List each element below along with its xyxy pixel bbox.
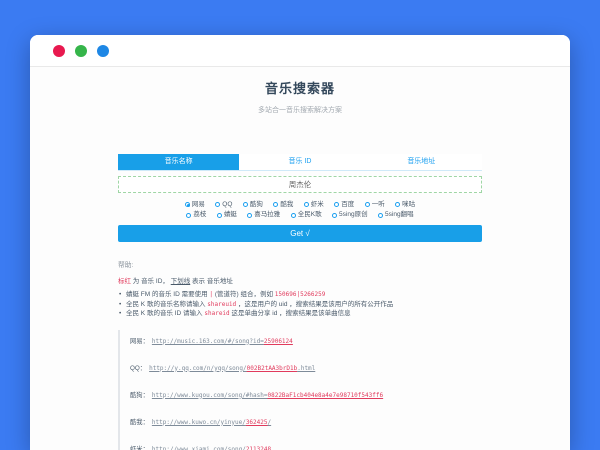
example-netease: 网易：http://music.163.com/#/song?id=259061… — [130, 330, 482, 348]
example-kuwo: 酷我：http://www.kuwo.cn/yinyue/362425/ — [130, 411, 482, 429]
example-xiami: 虾米：http://www.xiami.com/song/2113248 — [130, 438, 482, 450]
legend-red: 标红 — [118, 278, 131, 285]
legend-underline: 下划线 — [171, 278, 191, 285]
get-button[interactable]: Get √ — [118, 225, 482, 242]
tab-music-name[interactable]: 音乐名称 — [118, 154, 239, 170]
radio-icon — [291, 213, 296, 218]
source-row-1: 网易 QQ 酷狗 酷我 虾米 百度 一听 咪咕 — [118, 199, 482, 209]
help-bullets: 蜻蜓 FM 的音乐 ID 需要使用 | (管道符) 组合，例如 150696|5… — [118, 290, 482, 319]
help-bullet-3: 全民 K 歌的音乐 ID 请输入 shareid 这是单曲分享 id ，搜索结果… — [118, 309, 482, 319]
source-radio-qingting[interactable]: 蜻蜓 — [217, 211, 237, 219]
source-radio-netease[interactable]: 网易 — [185, 201, 205, 209]
source-radio-kge[interactable]: 全民K歌 — [291, 211, 322, 219]
help-bullet-1: 蜻蜓 FM 的音乐 ID 需要使用 | (管道符) 组合，例如 150696|5… — [118, 290, 482, 300]
source-radio-5sing-fc[interactable]: 5sing翻唱 — [378, 211, 414, 219]
source-radio-kugou[interactable]: 酷狗 — [243, 201, 263, 209]
example-qq: QQ：http://y.qq.com/n/yqq/song/002B2tAA3b… — [130, 357, 482, 375]
radio-icon — [365, 202, 370, 207]
radio-icon — [304, 202, 309, 207]
radio-icon — [273, 202, 278, 207]
radio-icon — [395, 202, 400, 207]
minimize-window-icon[interactable] — [75, 45, 87, 57]
radio-icon — [217, 213, 222, 218]
radio-icon — [215, 202, 220, 207]
radio-icon — [378, 213, 383, 218]
search-mode-tabs: 音乐名称 音乐 ID 音乐地址 — [118, 154, 482, 171]
example-url[interactable]: http://www.kugou.com/song/#hash=0822BaF1… — [152, 392, 383, 399]
window-titlebar — [30, 35, 570, 67]
tab-music-id[interactable]: 音乐 ID — [239, 154, 360, 170]
example-url[interactable]: http://www.kuwo.cn/yinyue/362425/ — [152, 419, 271, 426]
source-options: 网易 QQ 酷狗 酷我 虾米 百度 一听 咪咕 荔枝 蜻蜓 喜马拉雅 全民K歌 … — [118, 199, 482, 219]
example-kugou: 酷狗：http://www.kugou.com/song/#hash=0822B… — [130, 384, 482, 402]
page-title: 音乐搜索器 — [118, 78, 482, 97]
radio-icon — [185, 202, 190, 207]
example-url[interactable]: http://y.qq.com/n/yqq/song/002B2tAA3brD1… — [149, 365, 315, 372]
radio-icon — [334, 202, 339, 207]
radio-icon — [332, 213, 337, 218]
radio-icon — [243, 202, 248, 207]
help-bullet-2: 全民 K 歌的音乐名称请输入 shareuid ，这是用户的 uid ，搜索结果… — [118, 300, 482, 310]
keyword-input[interactable] — [118, 176, 482, 193]
source-radio-5sing-yc[interactable]: 5sing原创 — [332, 211, 368, 219]
source-radio-xiami[interactable]: 虾米 — [304, 201, 324, 209]
source-radio-baidu[interactable]: 百度 — [334, 201, 354, 209]
example-url[interactable]: http://music.163.com/#/song?id=25906124 — [152, 338, 293, 345]
radio-icon — [247, 213, 252, 218]
page-subtitle: 多站合一音乐搜索解决方案 — [118, 105, 482, 115]
close-window-icon[interactable] — [53, 45, 65, 57]
page-content: 音乐搜索器 多站合一音乐搜索解决方案 音乐名称 音乐 ID 音乐地址 网易 QQ… — [30, 67, 570, 450]
tab-music-url[interactable]: 音乐地址 — [361, 154, 482, 170]
browser-window: 音乐搜索器 多站合一音乐搜索解决方案 音乐名称 音乐 ID 音乐地址 网易 QQ… — [30, 35, 570, 450]
source-row-2: 荔枝 蜻蜓 喜马拉雅 全民K歌 5sing原创 5sing翻唱 — [118, 210, 482, 220]
example-url[interactable]: http://www.xiami.com/song/2113248 — [152, 446, 271, 450]
maximize-window-icon[interactable] — [97, 45, 109, 57]
help-legend: 标红 为 音乐 ID， 下划线 表示 音乐地址 — [118, 275, 482, 285]
source-radio-lizhi[interactable]: 荔枝 — [186, 211, 206, 219]
source-radio-ximalaya[interactable]: 喜马拉雅 — [247, 211, 280, 219]
source-radio-qq[interactable]: QQ — [215, 201, 232, 209]
source-radio-migu[interactable]: 咪咕 — [395, 201, 415, 209]
example-links-block: 网易：http://music.163.com/#/song?id=259061… — [118, 330, 482, 450]
help-heading: 帮助: — [118, 259, 482, 269]
radio-icon — [186, 213, 191, 218]
desktop-background: { "colors": { "page_background": "#3b7bf… — [0, 0, 600, 450]
